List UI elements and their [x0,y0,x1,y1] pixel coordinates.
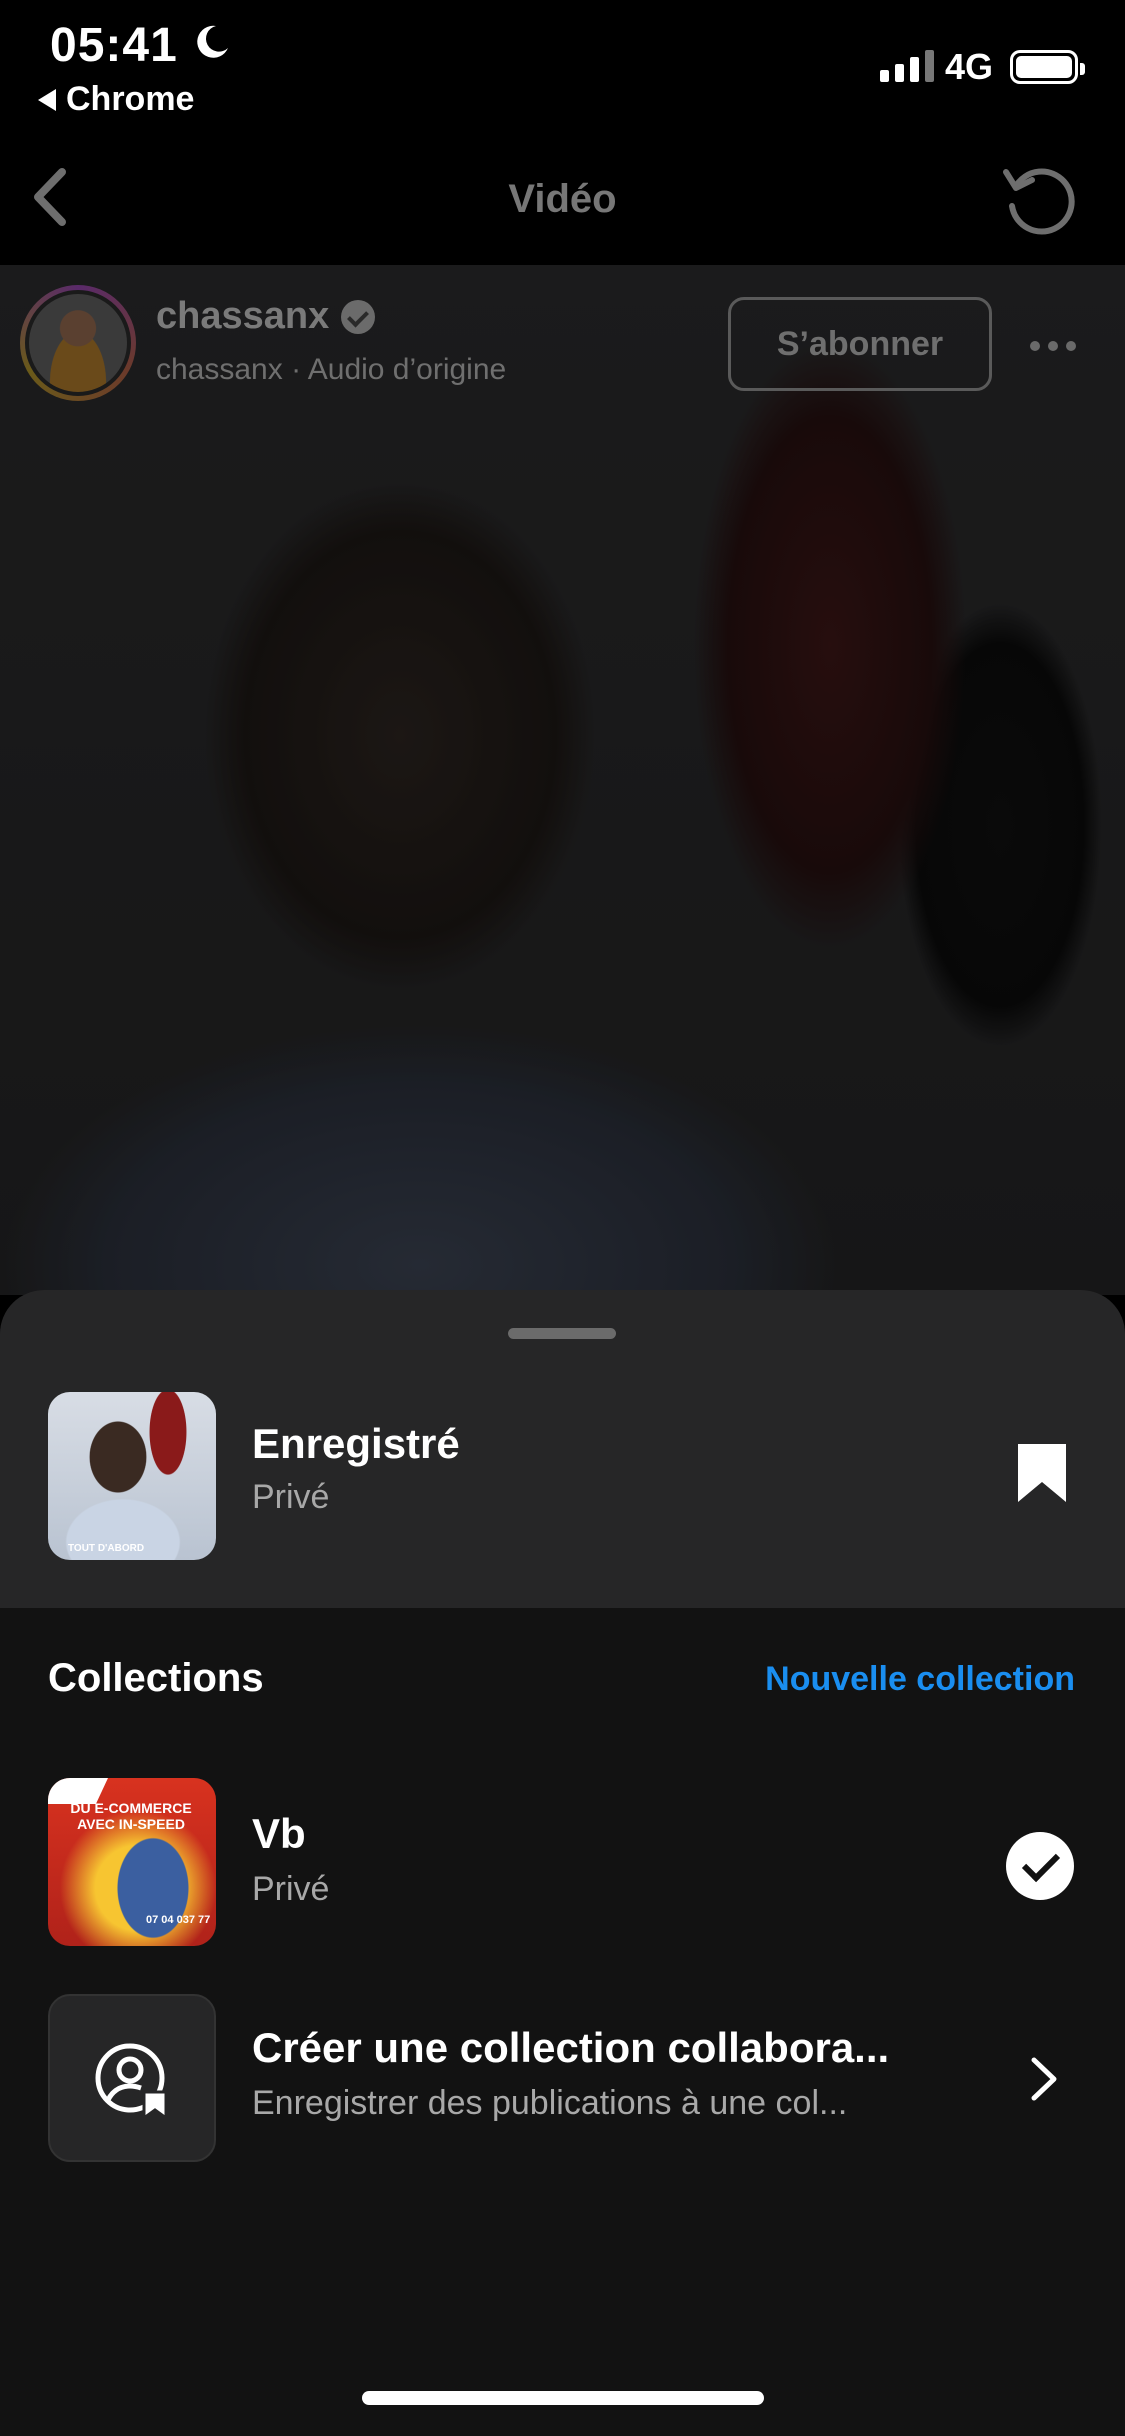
back-triangle-icon [38,88,56,111]
avatar[interactable] [20,285,136,401]
network-type: 4G [945,46,994,87]
verified-badge-icon [341,299,376,334]
collection-thumbnail: DU E-COMMERCE AVEC IN-SPEED 07 04 037 77 [48,1778,216,1946]
nav-header: Vidéo [0,130,1125,265]
username-label: chassanx [156,295,330,337]
save-bottom-sheet: TOUT D'ABORD Enregistré Privé Collection… [0,1290,1125,2436]
sheet-drag-handle[interactable] [508,1328,616,1339]
more-options-icon[interactable] [1030,341,1076,351]
page-title: Vidéo [508,177,617,221]
collection-item-vb[interactable]: DU E-COMMERCE AVEC IN-SPEED 07 04 037 77… [0,1778,1125,1948]
collections-heading: Collections [48,1656,264,1700]
refresh-icon[interactable] [1000,160,1080,240]
collection-thumb-text: DU E-COMMERCE AVEC IN-SPEED [70,1800,192,1832]
selected-check-icon[interactable] [1006,1832,1074,1900]
chevron-right-icon [1031,2057,1057,2101]
saved-section[interactable]: TOUT D'ABORD Enregistré Privé [0,1290,1125,1608]
audio-subtitle[interactable]: chassanx · Audio d’origine [156,353,506,387]
new-collection-button[interactable]: Nouvelle collection [765,1660,1075,1699]
collection-thumb-phone: 07 04 037 77 [146,1914,211,1926]
status-time: 05:41 [50,19,178,72]
saved-title: Enregistré [252,1420,460,1467]
collab-subtitle: Enregistrer des publications à une col..… [252,2084,848,2122]
saved-thumbnail: TOUT D'ABORD [48,1392,216,1560]
collection-privacy: Privé [252,1870,330,1908]
post-username[interactable]: chassanx [156,295,376,338]
moon-icon [197,25,228,58]
status-bar: 05:41 Chrome 4G [0,0,1125,130]
collab-thumbnail [48,1994,216,2162]
home-indicator[interactable] [362,2391,764,2405]
collab-title: Créer une collection collabora... [252,2024,890,2071]
bookmark-filled-icon[interactable] [1014,1442,1070,1504]
collection-title: Vb [252,1810,306,1857]
create-collab-collection-item[interactable]: Créer une collection collabora... Enregi… [0,1994,1125,2164]
battery-icon [1010,50,1085,84]
video-player[interactable]: chassanx chassanx · Audio d’origine S’ab… [0,265,1125,1295]
back-app-label: Chrome [66,80,195,118]
signal-icon [880,50,934,82]
back-to-app-link[interactable]: Chrome [38,80,194,119]
dim-overlay [0,265,1125,1295]
saved-privacy: Privé [252,1478,330,1516]
collab-user-bookmark-icon [95,2043,168,2121]
saved-thumb-caption: TOUT D'ABORD [68,1543,145,1554]
follow-button[interactable]: S’abonner [728,297,992,391]
